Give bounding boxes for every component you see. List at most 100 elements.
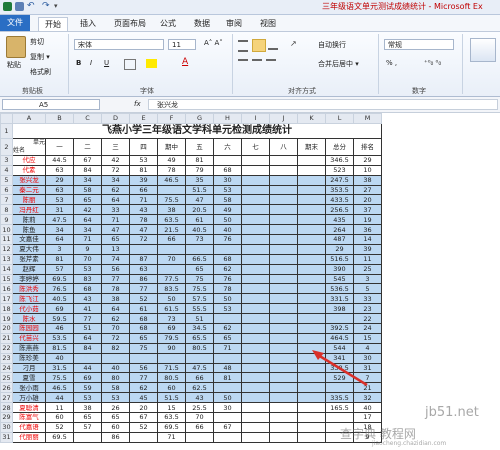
student-name-cell[interactable]: 文嘉佳 — [12, 234, 46, 245]
score-cell[interactable]: 83.5 — [157, 283, 186, 295]
score-cell[interactable]: 52 — [129, 421, 158, 433]
score-cell[interactable] — [297, 323, 326, 334]
name-box[interactable]: A5 — [2, 99, 100, 110]
table-row[interactable]: 20 陈园园 46 51 70 68 69 34.5 62 392.5 24 — [0, 323, 382, 334]
score-cell[interactable]: 25 — [353, 263, 382, 275]
row-header[interactable]: 22 — [0, 342, 13, 354]
score-cell[interactable] — [269, 204, 298, 216]
score-cell[interactable]: 63 — [45, 184, 74, 196]
score-cell[interactable] — [241, 273, 270, 285]
score-cell[interactable]: 70 — [73, 253, 102, 265]
score-cell[interactable] — [241, 392, 270, 404]
column-header[interactable]: E — [129, 113, 158, 124]
score-cell[interactable]: 77 — [101, 273, 130, 285]
score-cell[interactable] — [269, 412, 298, 423]
score-cell[interactable]: 71 — [157, 431, 186, 443]
score-cell[interactable] — [241, 234, 270, 245]
score-cell[interactable]: 13 — [101, 243, 130, 255]
score-cell[interactable]: 40 — [213, 224, 242, 236]
column-header[interactable]: K — [297, 113, 326, 124]
score-cell[interactable]: 45 — [129, 392, 158, 404]
score-cell[interactable]: 71 — [129, 194, 158, 206]
score-cell[interactable]: 30 — [213, 402, 242, 414]
score-cell[interactable]: 84 — [73, 164, 102, 176]
align-right-icon[interactable] — [266, 59, 276, 69]
score-cell[interactable] — [297, 214, 326, 226]
column-header[interactable]: D — [101, 113, 130, 124]
orientation-icon[interactable]: ↗ — [290, 39, 300, 48]
table-row[interactable]: 29 陈富气 60 65 65 67 63.5 70 17 — [0, 412, 382, 423]
score-cell[interactable]: 353.5 — [325, 184, 354, 196]
sheet-title[interactable]: 飞燕小学三年级语文学科单元检测成绩统计 — [12, 122, 382, 139]
student-name-cell[interactable]: 陈富气 — [12, 412, 46, 423]
score-cell[interactable]: 80 — [101, 372, 130, 384]
score-cell[interactable] — [241, 362, 270, 374]
column-header[interactable]: I — [241, 113, 270, 124]
score-cell[interactable]: 81 — [45, 253, 74, 265]
score-cell[interactable] — [241, 214, 270, 226]
score-cell[interactable]: 20.5 — [185, 204, 214, 216]
table-row[interactable]: 12 夏大伟 3 9 13 29 39 — [0, 243, 382, 255]
score-cell[interactable] — [269, 303, 298, 315]
score-cell[interactable]: 72 — [101, 164, 130, 176]
student-name-cell[interactable]: 刁月 — [12, 362, 46, 374]
score-cell[interactable] — [241, 402, 270, 414]
row-header[interactable]: 1 — [0, 122, 13, 139]
score-cell[interactable]: 53 — [45, 194, 74, 206]
score-cell[interactable] — [213, 412, 242, 423]
score-cell[interactable] — [325, 412, 354, 423]
student-name-cell[interactable]: 张小雨 — [12, 382, 46, 394]
currency-button[interactable]: % , — [386, 59, 397, 67]
score-cell[interactable] — [269, 342, 298, 354]
score-cell[interactable]: 69.5 — [45, 273, 74, 285]
score-cell[interactable] — [297, 234, 326, 245]
table-row[interactable]: 27 万小雄 44 53 53 45 51.5 43 50 335.5 32 — [0, 392, 382, 404]
row-header[interactable]: 12 — [0, 243, 13, 255]
score-cell[interactable]: 68 — [129, 313, 158, 325]
score-cell[interactable]: 77 — [129, 283, 158, 295]
student-name-cell[interactable]: 李婷婷 — [12, 273, 46, 285]
column-title-cell[interactable]: 期中 — [157, 137, 186, 156]
student-name-cell[interactable]: 夏大伟 — [12, 243, 46, 255]
undo-icon[interactable]: ↶ — [27, 2, 36, 11]
student-name-cell[interactable]: 夏雪 — [12, 372, 46, 384]
score-cell[interactable]: 53.5 — [45, 332, 74, 344]
score-cell[interactable]: 51 — [185, 313, 214, 325]
score-cell[interactable] — [241, 263, 270, 275]
score-cell[interactable]: 65 — [129, 332, 158, 344]
score-cell[interactable] — [157, 184, 186, 196]
score-cell[interactable]: 35 — [185, 174, 214, 186]
score-cell[interactable]: 66 — [157, 234, 186, 245]
score-cell[interactable]: 53 — [101, 392, 130, 404]
score-cell[interactable] — [185, 431, 214, 443]
student-name-cell[interactable]: 陈洪秀 — [12, 283, 46, 295]
score-cell[interactable]: 47 — [129, 224, 158, 236]
score-cell[interactable] — [129, 243, 158, 255]
score-cell[interactable] — [213, 154, 242, 166]
score-cell[interactable]: 90 — [157, 342, 186, 354]
student-name-cell[interactable]: 陈飞江 — [12, 293, 46, 305]
score-cell[interactable] — [269, 382, 298, 394]
table-row[interactable]: 16 陈洪秀 76.5 68 78 77 83.5 75.5 78 536.5 5 — [0, 283, 382, 295]
cell-grid[interactable]: A B C D E F G H I J K L M 1 飞燕小学三年级语文学科单元检测成绩统计 2 单元 姓名一二… — [0, 113, 382, 443]
score-cell[interactable]: 390 — [325, 263, 354, 275]
score-cell[interactable]: 66 — [185, 372, 214, 384]
row-header[interactable]: 3 — [0, 154, 13, 166]
score-cell[interactable]: 52 — [45, 421, 74, 433]
score-cell[interactable]: 78 — [213, 283, 242, 295]
score-cell[interactable]: 66 — [185, 421, 214, 433]
score-cell[interactable] — [297, 194, 326, 206]
score-cell[interactable] — [157, 243, 186, 255]
score-cell[interactable]: 3 — [45, 243, 74, 255]
score-cell[interactable] — [241, 303, 270, 315]
score-cell[interactable]: 27 — [353, 184, 382, 196]
score-cell[interactable] — [269, 362, 298, 374]
table-row[interactable]: 13 张芹素 81 70 74 87 70 66.5 68 516.5 11 — [0, 253, 382, 265]
score-cell[interactable] — [241, 154, 270, 166]
score-cell[interactable]: 46.5 — [157, 174, 186, 186]
score-cell[interactable]: 68 — [73, 283, 102, 295]
score-cell[interactable]: 68 — [213, 253, 242, 265]
score-cell[interactable] — [241, 224, 270, 236]
score-cell[interactable]: 77 — [73, 313, 102, 325]
score-cell[interactable] — [241, 352, 270, 364]
